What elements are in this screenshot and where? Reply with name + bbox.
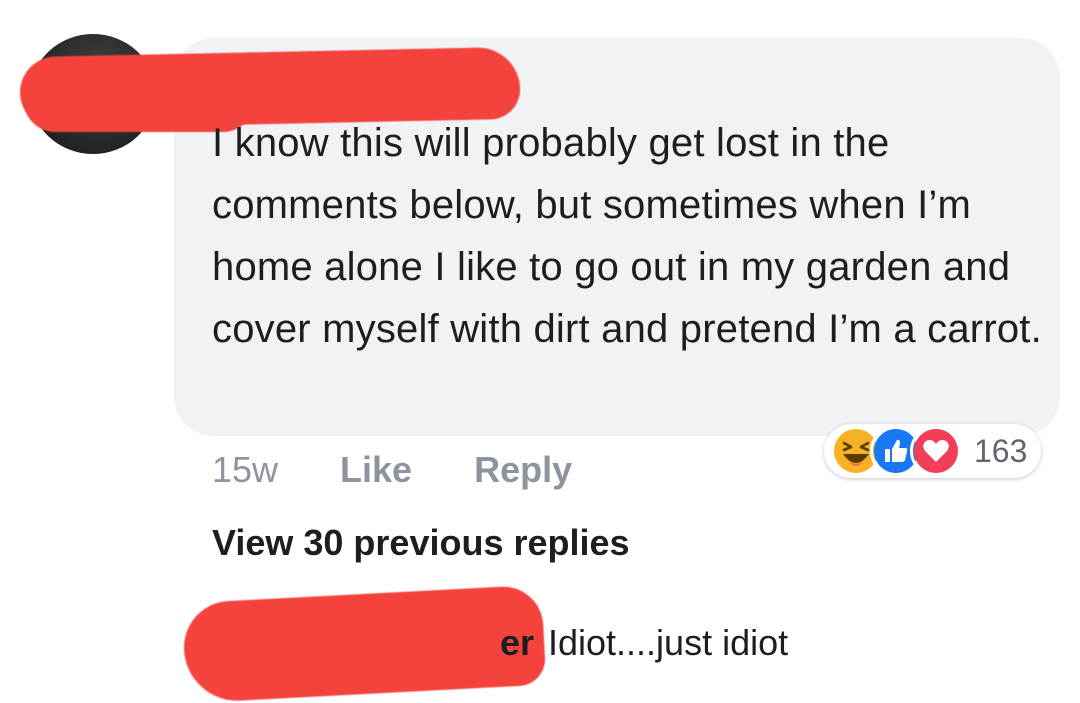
redacted-reply-author [181, 584, 547, 703]
comment-timestamp[interactable]: 15w [212, 449, 278, 491]
comment-text: I know this will probably get lost in th… [212, 121, 1042, 351]
reply-text: Idiot....just idiot [548, 622, 789, 663]
reaction-count: 163 [974, 432, 1028, 469]
view-previous-replies-link[interactable]: View 30 previous replies [212, 522, 630, 564]
love-icon [910, 425, 962, 477]
comment-actions-bar: 15w Like Reply [212, 446, 634, 494]
like-button[interactable]: Like [340, 449, 412, 491]
reactions-summary[interactable]: 163 [824, 424, 1042, 478]
reply-author-name-fragment[interactable]: er [500, 622, 534, 664]
reply-button[interactable]: Reply [474, 449, 572, 491]
